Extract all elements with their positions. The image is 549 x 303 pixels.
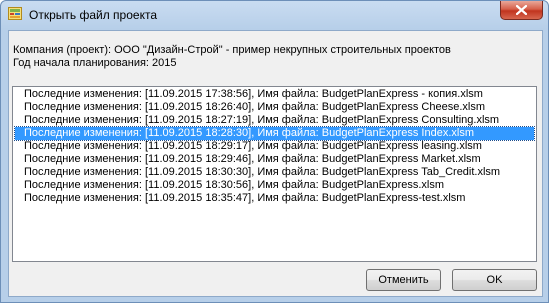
- file-list-item[interactable]: Последние изменения: [11.09.2015 18:29:1…: [15, 140, 534, 153]
- window-title: Открыть файл проекта: [29, 8, 157, 22]
- file-list-item[interactable]: Последние изменения: [11.09.2015 18:27:1…: [15, 114, 534, 127]
- file-list[interactable]: Последние изменения: [11.09.2015 17:38:5…: [12, 86, 537, 262]
- file-list-item[interactable]: Последние изменения: [11.09.2015 18:29:4…: [15, 153, 534, 166]
- file-list-item[interactable]: Последние изменения: [11.09.2015 18:30:3…: [15, 166, 534, 179]
- title-bar[interactable]: Открыть файл проекта: [1, 1, 548, 29]
- project-icon: [8, 7, 22, 20]
- cancel-button[interactable]: Отменить: [366, 269, 441, 291]
- dialog-client-area: Компания (проект): ООО "Дизайн-Строй" - …: [8, 30, 543, 297]
- close-icon: [516, 5, 527, 15]
- file-list-item[interactable]: Последние изменения: [11.09.2015 18:26:4…: [15, 101, 534, 114]
- file-list-item[interactable]: Последние изменения: [11.09.2015 18:28:3…: [14, 126, 535, 141]
- file-list-item[interactable]: Последние изменения: [11.09.2015 18:30:5…: [15, 179, 534, 192]
- close-button[interactable]: [500, 1, 543, 20]
- file-list-item[interactable]: Последние изменения: [11.09.2015 18:35:4…: [15, 192, 534, 205]
- company-label: Компания (проект): ООО "Дизайн-Строй" - …: [13, 44, 451, 56]
- dialog-window: Открыть файл проекта Компания (проект): …: [0, 0, 549, 303]
- start-year-label: Год начала планирования: 2015: [13, 57, 177, 69]
- ok-button[interactable]: OK: [452, 269, 537, 291]
- file-list-item[interactable]: Последние изменения: [11.09.2015 17:38:5…: [15, 88, 534, 101]
